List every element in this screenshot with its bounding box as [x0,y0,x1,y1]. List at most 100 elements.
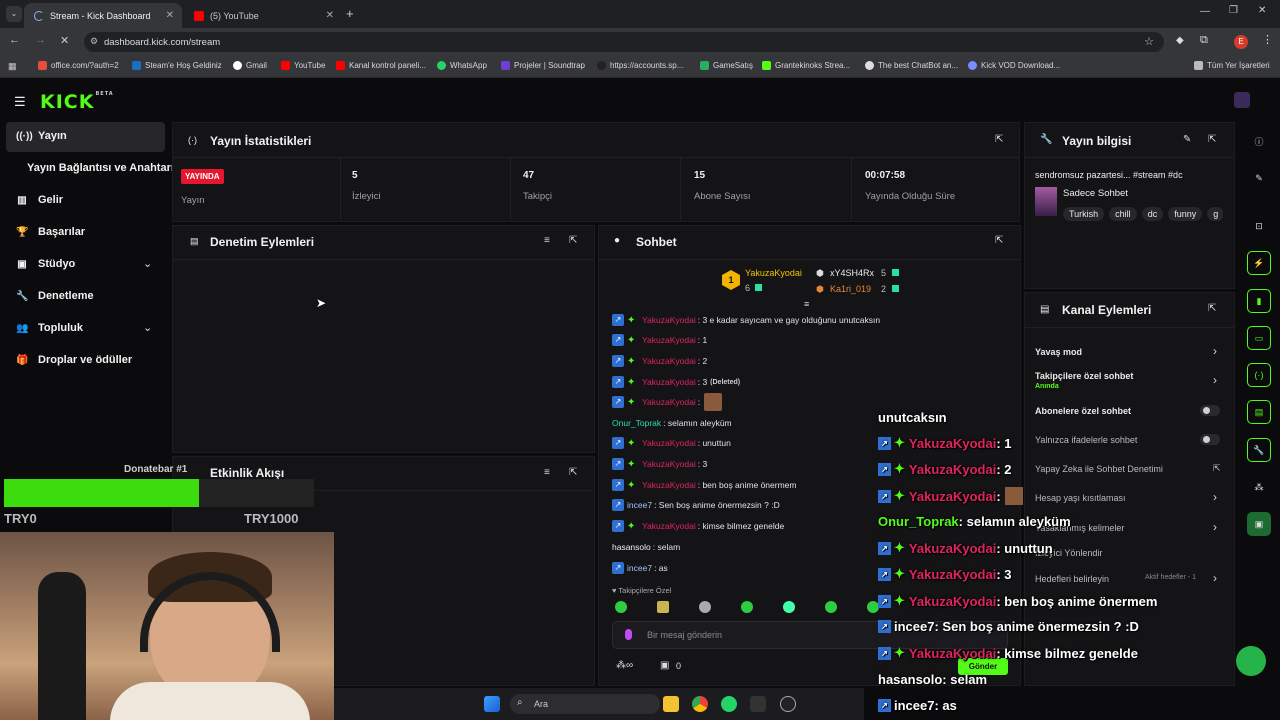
chevron-right-icon[interactable]: › [1213,520,1217,534]
kick-logo[interactable]: KICKBETA [40,91,114,113]
chat-settings-icon[interactable]: ⁂∞ [616,660,633,671]
chat-message[interactable]: ↗ incee7: as [612,561,668,575]
tag-chip[interactable]: funny [1168,207,1203,221]
windows-start-icon[interactable] [484,696,500,712]
hamburger-menu-icon[interactable]: ☰ [14,94,26,110]
popout-icon[interactable]: ⇱ [569,235,577,246]
bookmark-item[interactable]: Projeler | Soundtrap [501,61,585,70]
sidebar-item-topluluk[interactable]: 👥 Topluluk [16,322,83,334]
action-account-age[interactable]: Hesap yaşı kısıtlaması [1035,493,1126,503]
external-link-icon[interactable]: ⇱ [1213,463,1221,474]
emote-icon[interactable] [825,601,837,613]
sidebar-item-studyo[interactable]: ▣ Stüdyo [16,258,75,270]
chat-icon[interactable]: ▭ [1247,326,1271,350]
chat-message[interactable]: ↗ ✦ YakuzaKyodai: 3 (Deleted) [612,375,740,389]
back-icon[interactable]: ← [9,34,20,46]
sidebar-item-droplar[interactable]: 🎁 Droplar ve ödüller [16,354,132,366]
action-emote-only[interactable]: Yalnızca ifadelerle sohbet [1035,435,1137,445]
bookmark-item[interactable]: Grantekinoks Strea... [762,61,850,70]
chat-message[interactable]: ↗ ✦ YakuzaKyodai: 3 e kadar sayıcam ve gay… [612,313,880,327]
chat-message[interactable]: ↗ ✦ YakuzaKyodai: 1 [612,333,707,347]
category-name[interactable]: Sadece Sohbet [1063,188,1128,199]
more-icon[interactable]: ⁂ [1247,475,1271,499]
clip-icon[interactable]: ▮ [1247,289,1271,313]
profile-avatar[interactable]: E [1234,35,1248,49]
emote-icon[interactable] [615,601,627,613]
info-icon[interactable]: ⓘ [1247,129,1271,153]
chevron-right-icon[interactable]: › [1213,571,1217,585]
chat-message[interactable]: ↗ ✦ YakuzaKyodai: unuttun [612,436,731,450]
new-tab-button[interactable]: + [346,6,354,21]
broadcast-icon[interactable]: (·) [1247,363,1271,387]
user-avatar[interactable] [1234,92,1250,108]
popout-icon[interactable]: ⇱ [1208,134,1216,145]
chevron-right-icon[interactable]: › [1213,490,1217,504]
forward-icon[interactable]: → [35,34,46,46]
chat-message[interactable]: ↗ incee7: Sen boş anime önermezsin ? :D [612,498,780,512]
action-followers-only[interactable]: Takipçilere özel sohbet [1035,371,1133,381]
support-bubble-icon[interactable] [1236,646,1266,676]
tab-list-chevron-icon[interactable]: ⌄ [6,6,22,22]
flash-icon[interactable]: ⚡ [1247,251,1271,275]
bookmark-item[interactable]: WhatsApp [437,61,487,70]
gifter-name[interactable]: xY4SH4Rx [830,268,874,278]
chevron-right-icon[interactable]: › [1213,344,1217,358]
tag-chip[interactable]: Turkish [1063,207,1105,221]
action-slow-mode[interactable]: Yavaş mod [1035,347,1082,357]
wrench-icon[interactable]: 🔧 [1247,438,1271,462]
sidebar-item-gelir[interactable]: ▥ Gelir [16,194,63,206]
chat-message[interactable]: ↗ ✦ YakuzaKyodai: [612,393,723,411]
toggle-switch[interactable] [1200,434,1220,445]
bookmark-item[interactable]: Steam'e Hoş Geldiniz [132,61,222,70]
collapse-handle-icon[interactable]: ≡ [804,299,809,309]
all-bookmarks[interactable]: Tüm Yer İşaretleri [1194,61,1270,70]
filter-icon[interactable]: ≡ [544,467,550,478]
menu-kebab-icon[interactable]: ⋮ [1262,33,1273,46]
minimize-icon[interactable]: — [1200,6,1210,17]
tag-chip[interactable]: dc [1141,207,1164,221]
action-subs-only[interactable]: Abonelere özel sohbet [1035,406,1131,416]
chat-message[interactable]: ↗ ✦ YakuzaKyodai: ben boş anime önermem [612,478,796,492]
chevron-right-icon[interactable]: › [1213,373,1217,387]
chat-message[interactable]: ↗ ✦ YakuzaKyodai: 3 [612,457,707,471]
action-goals[interactable]: Hedefleri belirleyin [1035,574,1109,584]
taskbar-search[interactable]: ⌕ Ara [510,694,660,714]
popout-icon[interactable]: ⇱ [1208,303,1216,314]
game-icon[interactable]: ▣ [1247,512,1271,536]
tab-youtube[interactable]: (5) YouTube ✕ [184,3,342,28]
bookmark-item[interactable]: Gmail [233,61,267,70]
screenshot-icon[interactable]: ⊡ [1247,214,1271,238]
gifter-name[interactable]: Ka1ri_019 [830,284,871,294]
apps-grid-icon[interactable]: ▦ [8,61,17,72]
stop-icon[interactable]: ✕ [60,34,69,47]
chat-message[interactable]: Onur_Toprak: selamın aleyküm [612,416,732,430]
chat-message[interactable]: ↗ ✦ YakuzaKyodai: kimse bilmez genelde [612,519,784,533]
popout-icon[interactable]: ⇱ [569,467,577,478]
emote-icon[interactable] [741,601,753,613]
popout-icon[interactable]: ⇱ [995,134,1003,145]
emote-icon[interactable] [699,601,711,613]
obs-icon[interactable] [780,696,796,712]
chat-message[interactable]: hasansolo: selam [612,540,680,554]
chrome-icon[interactable] [692,696,708,712]
emote-icon[interactable] [657,601,669,613]
sidebar-item-denetleme[interactable]: 🔧 Denetleme [16,290,94,302]
inventory-icon[interactable]: ▣ [660,660,669,671]
sidebar-item-basarilar[interactable]: 🏆 Başarılar [16,226,85,238]
bookmark-item[interactable]: office.com/?auth=2 [38,61,119,70]
sidebar-item-yayin[interactable]: ((·)) Yayın [16,130,67,142]
chevron-down-icon[interactable]: ⌄ [143,257,152,270]
top-gifter-name[interactable]: YakuzaKyodai [745,268,802,278]
extension-icon[interactable]: ◆ [1176,35,1184,46]
bookmark-item[interactable]: The best ChatBot an... [865,61,958,70]
edit-pencil-icon[interactable]: ✎ [1183,134,1191,145]
emote-icon[interactable] [783,601,795,613]
restore-icon[interactable]: ❐ [1229,5,1238,16]
close-window-icon[interactable]: ✕ [1258,5,1266,16]
chevron-down-icon[interactable]: ⌄ [143,321,152,334]
tab-kick-dashboard[interactable]: Stream - Kick Dashboard ✕ [24,3,182,28]
calendar-icon[interactable]: ▤ [1247,400,1271,424]
popout-icon[interactable]: ⇱ [995,235,1003,246]
file-explorer-icon[interactable] [663,696,679,712]
bookmark-item[interactable]: YouTube [281,61,325,70]
